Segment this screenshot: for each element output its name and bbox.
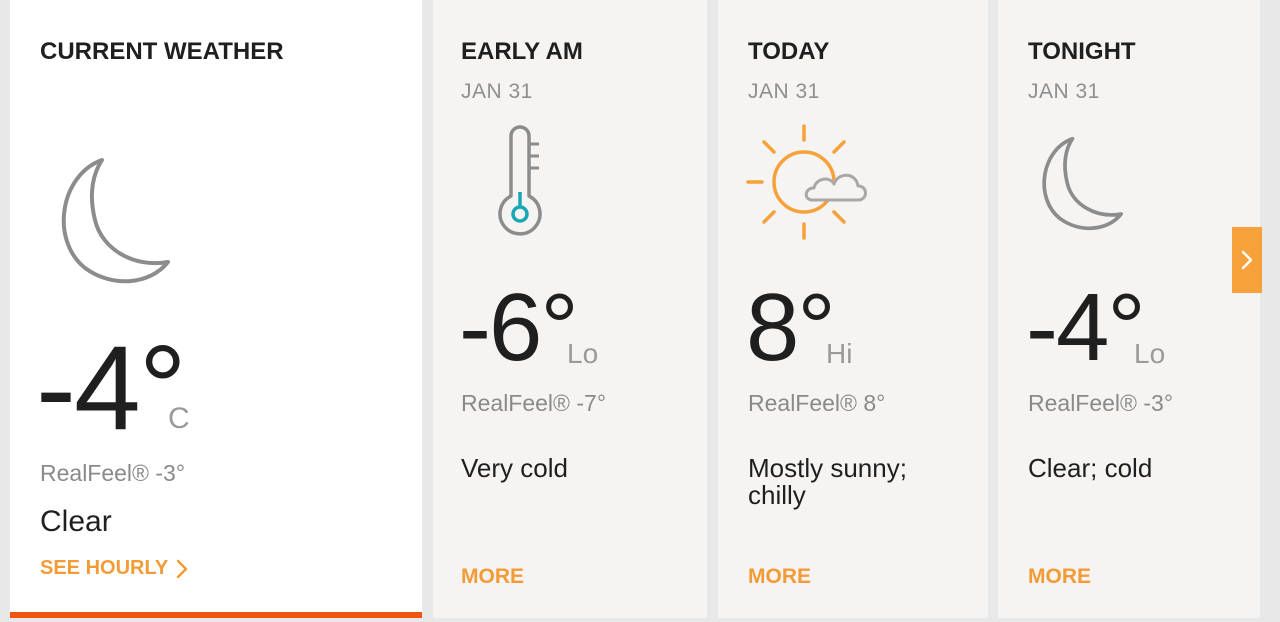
forecast-temperature: -4°	[1026, 274, 1146, 381]
see-hourly-label: SEE HOURLY	[40, 557, 169, 579]
next-forecast-button[interactable]	[1232, 227, 1262, 293]
temp-hi-label: Hi	[826, 338, 853, 369]
active-indicator-bar	[10, 612, 422, 618]
realfeel-value: RealFeel® -3°	[1028, 390, 1174, 416]
forecast-temperature: 8°	[746, 274, 836, 381]
weather-phrase: Mostly sunny; chilly	[748, 453, 907, 511]
realfeel-value: RealFeel® -7°	[461, 390, 607, 416]
forecast-card-tonight[interactable]: TONIGHT JAN 31 -4° Lo RealFeel® -3° Clea…	[998, 0, 1260, 618]
thermometer-icon	[498, 125, 542, 236]
current-weather-card[interactable]: CURRENT WEATHER -4° C RealFeel® -3° Clea…	[10, 0, 422, 618]
card-date: JAN 31	[1028, 80, 1100, 103]
current-temperature: -4°	[36, 321, 187, 455]
realfeel-value: RealFeel® -3°	[40, 460, 186, 486]
card-title: TODAY	[748, 38, 830, 65]
weather-phrase: Clear	[40, 505, 112, 538]
card-title: EARLY AM	[461, 38, 583, 65]
realfeel-value: RealFeel® 8°	[748, 390, 886, 416]
moon-icon	[1042, 136, 1123, 231]
card-title: CURRENT WEATHER	[40, 38, 284, 65]
weather-phrase: Very cold	[461, 453, 568, 483]
forecast-card-early-am[interactable]: EARLY AM JAN 31 -6° Lo RealFeel® -7° Ver…	[433, 0, 707, 618]
forecast-temperature: -6°	[459, 274, 579, 381]
temperature-unit: C	[168, 402, 190, 435]
more-link[interactable]: MORE	[461, 565, 524, 589]
card-title: TONIGHT	[1028, 38, 1136, 65]
moon-icon	[61, 158, 170, 284]
card-date: JAN 31	[461, 80, 533, 103]
more-link[interactable]: MORE	[1028, 565, 1091, 589]
chevron-right-icon	[176, 559, 188, 578]
sun-cloud-icon	[746, 124, 867, 240]
temp-lo-label: Lo	[1134, 338, 1166, 369]
see-hourly-link[interactable]: SEE HOURLY	[40, 557, 188, 580]
temp-lo-label: Lo	[567, 338, 599, 369]
more-link[interactable]: MORE	[748, 565, 811, 589]
weather-phrase: Clear; cold	[1028, 453, 1153, 483]
card-date: JAN 31	[748, 80, 820, 103]
chevron-right-icon	[1241, 250, 1253, 270]
forecast-card-today[interactable]: TODAY JAN 31 8° Hi RealFeel® 8° Mostly s…	[718, 0, 988, 618]
